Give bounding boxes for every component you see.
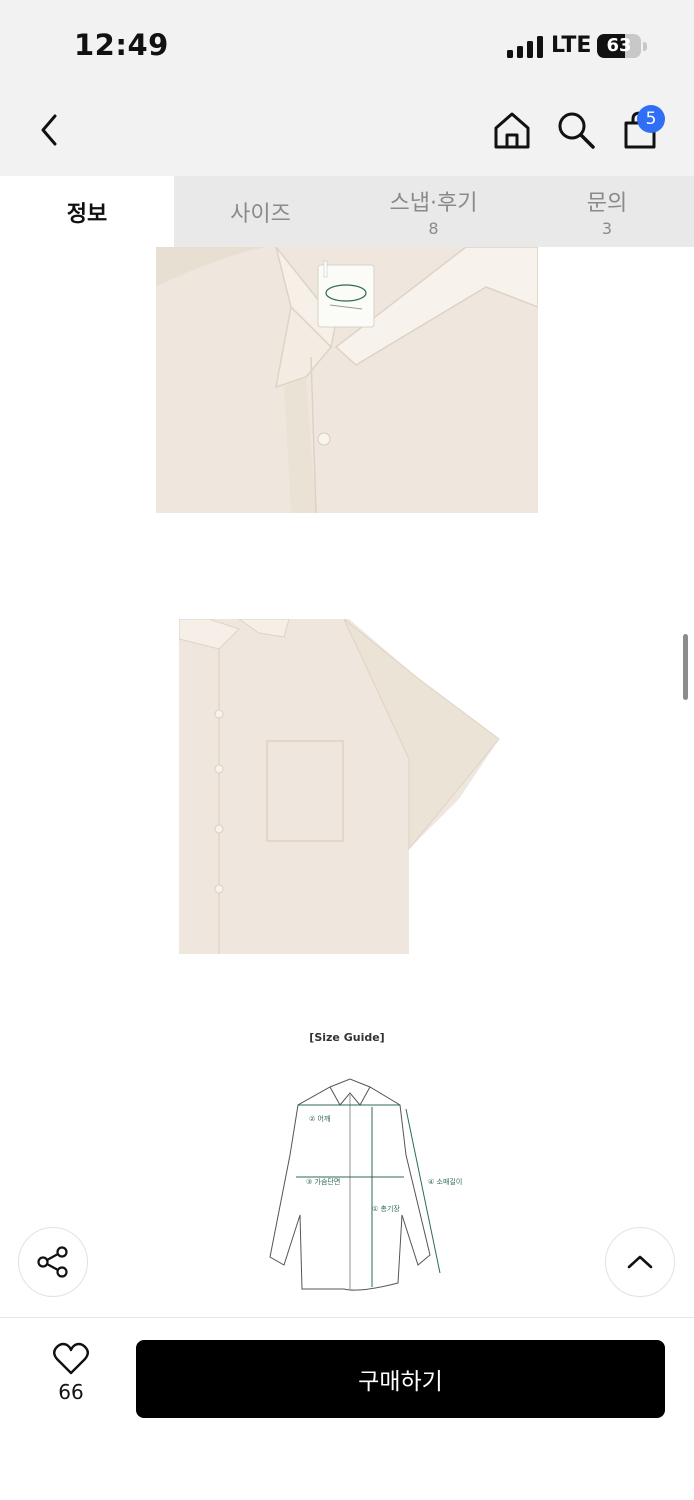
size-label-chest: ③ 가슴단면 — [306, 1178, 341, 1186]
like-button[interactable]: 66 — [42, 1342, 100, 1414]
tab-label: 문의 — [586, 191, 628, 216]
scroll-indicator[interactable] — [683, 634, 688, 700]
size-guide-title: [Size Guide] — [309, 1031, 385, 1044]
tab-info[interactable]: 정보 — [0, 176, 174, 247]
product-detail-content: ② 어깨 ③ 가슴단면 ① 총기장 ④ 소매길이 — [0, 247, 694, 1317]
like-count: 66 — [58, 1380, 84, 1404]
tab-snap-review[interactable]: 스냅·후기 8 — [347, 176, 520, 247]
tab-bar: 정보 사이즈 스냅·후기 8 문의 3 — [0, 176, 694, 247]
size-label-shoulder: ② 어깨 — [309, 1115, 331, 1123]
tab-size[interactable]: 사이즈 — [174, 176, 347, 247]
tab-label: 스냅·후기 — [389, 191, 478, 216]
tab-inquiry[interactable]: 문의 3 — [520, 176, 694, 247]
nav-bar — [0, 92, 694, 176]
chevron-up-icon — [627, 1255, 653, 1269]
share-icon — [37, 1246, 68, 1278]
home-icon — [494, 112, 530, 149]
tab-label: 정보 — [66, 201, 108, 227]
battery-icon: 63 — [597, 34, 641, 58]
tab-count: 8 — [428, 219, 439, 238]
battery-tip — [643, 42, 647, 51]
shirt-collar-image — [156, 247, 538, 513]
back-arrow-icon — [41, 114, 57, 146]
size-label-length: ① 총기장 — [372, 1205, 400, 1213]
heart-icon — [53, 1342, 89, 1375]
network-label: LTE — [551, 33, 592, 58]
status-bar: 12:49 LTE 63 — [0, 0, 694, 92]
share-button[interactable] — [18, 1227, 88, 1297]
search-icon — [558, 112, 595, 149]
tab-label: 사이즈 — [230, 201, 291, 227]
home-button[interactable] — [488, 106, 536, 154]
shirt-sleeve-image — [179, 619, 500, 954]
back-button[interactable] — [26, 106, 74, 154]
signal-icon — [507, 36, 543, 58]
tab-count: 3 — [601, 219, 613, 238]
search-button[interactable] — [552, 106, 600, 154]
scroll-top-button[interactable] — [605, 1227, 675, 1297]
cart-badge: 5 — [637, 105, 665, 133]
status-time: 12:49 — [74, 28, 169, 62]
size-label-sleeve: ④ 소매길이 — [428, 1178, 463, 1186]
battery-level: 63 — [606, 35, 632, 56]
buy-button[interactable]: 구매하기 — [136, 1340, 665, 1418]
